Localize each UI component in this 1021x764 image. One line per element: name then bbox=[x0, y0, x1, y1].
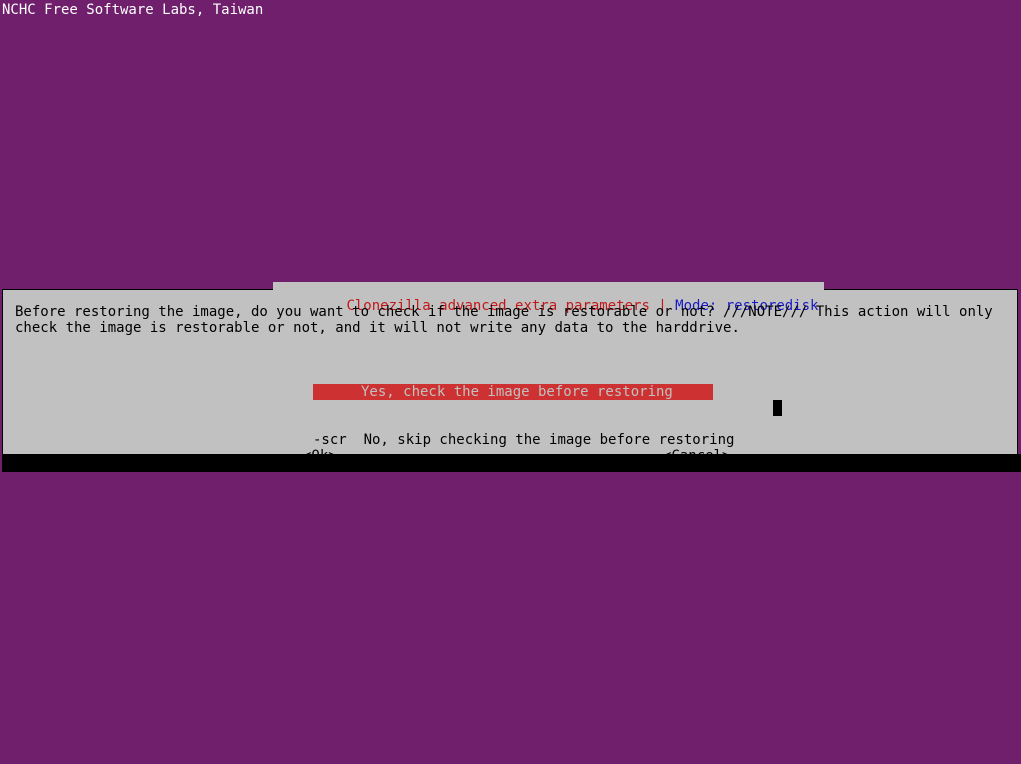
header-org-label: NCHC Free Software Labs, Taiwan bbox=[2, 2, 263, 18]
option-no-skip-check[interactable]: -scr No, skip checking the image before … bbox=[313, 432, 734, 448]
text-cursor bbox=[773, 400, 782, 416]
option-flag: -scr bbox=[313, 432, 347, 448]
option-spacer bbox=[347, 432, 364, 448]
dialog-message: Before restoring the image, do you want … bbox=[15, 304, 1003, 336]
console-lower-band bbox=[2, 454, 1021, 472]
option-yes-check-image[interactable]: Yes, check the image before restoring bbox=[313, 384, 734, 400]
dialog-box: Clonezilla advanced extra parameters | M… bbox=[2, 289, 1018, 455]
option-label: No, skip checking the image before resto… bbox=[364, 432, 735, 448]
terminal-screen: NCHC Free Software Labs, Taiwan Clonezil… bbox=[0, 0, 1021, 764]
option-label: Yes, check the image before restoring bbox=[313, 384, 713, 400]
dialog-container: Clonezilla advanced extra parameters | M… bbox=[2, 289, 1018, 455]
